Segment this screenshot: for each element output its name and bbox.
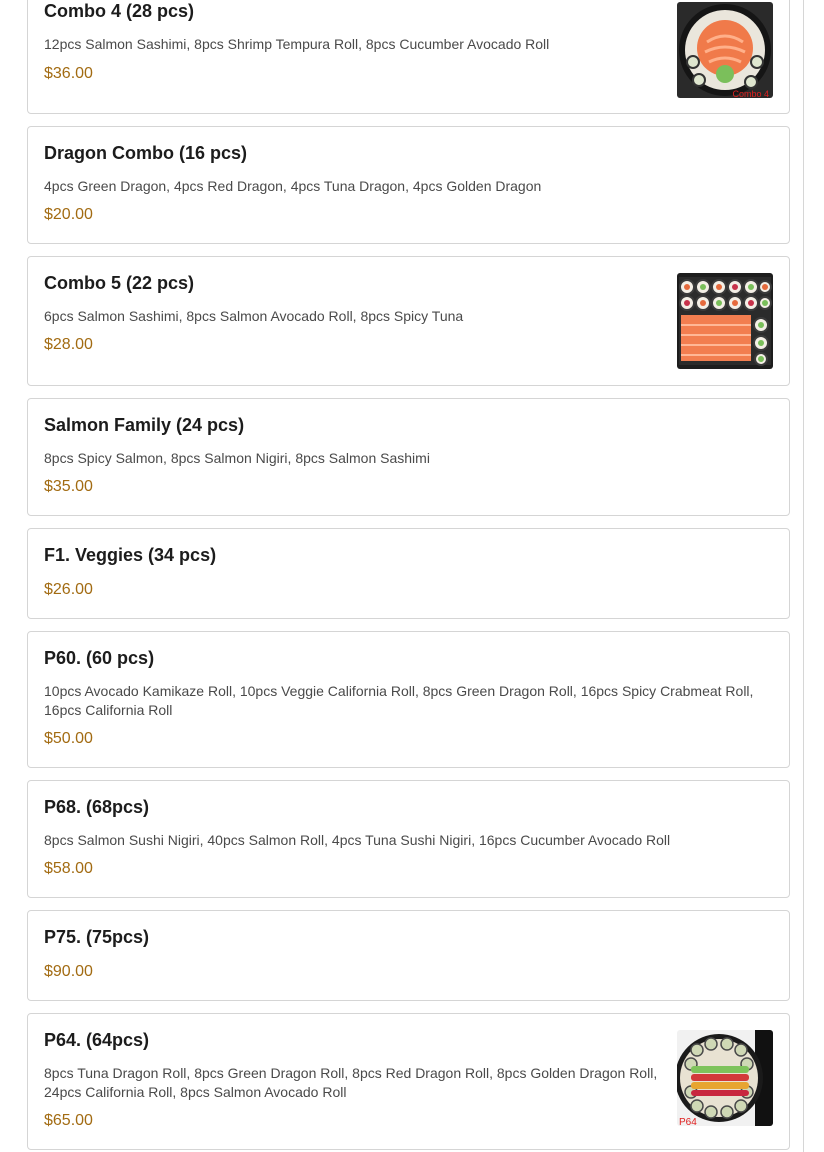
menu-item-card[interactable]: Dragon Combo (16 pcs) 4pcs Green Dragon,… xyxy=(27,126,790,244)
image-caption: P64 xyxy=(679,1117,697,1126)
menu-item-name: P75. (75pcs) xyxy=(44,927,150,947)
menu-item-price: $20.00 xyxy=(44,206,93,223)
menu-item-description: 6pcs Salmon Sashimi, 8pcs Salmon Avocado… xyxy=(44,308,464,324)
menu-item-price: $28.00 xyxy=(44,336,93,353)
menu-item-card[interactable]: Combo 4 (28 pcs) 12pcs Salmon Sashimi, 8… xyxy=(27,0,790,114)
menu-item-card[interactable]: P68. (68pcs) 8pcs Salmon Sushi Nigiri, 4… xyxy=(27,780,790,898)
menu-item-price: $35.00 xyxy=(44,478,93,495)
menu-item-name: Dragon Combo (16 pcs) xyxy=(44,143,248,163)
menu-item-price: $65.00 xyxy=(44,1112,93,1129)
menu-item-price: $90.00 xyxy=(44,963,93,980)
menu-item-card[interactable]: Salmon Family (24 pcs) 8pcs Spicy Salmon… xyxy=(27,398,790,516)
menu-item-card[interactable]: P75. (75pcs) $90.00 xyxy=(27,910,790,1001)
menu-item-card[interactable]: P64. (64pcs) 8pcs Tuna Dragon Roll, 8pcs… xyxy=(27,1013,790,1150)
menu-item-card[interactable]: Combo 5 (22 pcs) 6pcs Salmon Sashimi, 8p… xyxy=(27,256,790,386)
menu-item-description: 4pcs Green Dragon, 4pcs Red Dragon, 4pcs… xyxy=(44,178,542,194)
menu-item-name: P64. (64pcs) xyxy=(44,1030,150,1050)
menu-item-price: $36.00 xyxy=(44,65,93,82)
menu-item-description: 10pcs Avocado Kamikaze Roll, 10pcs Veggi… xyxy=(44,683,754,718)
menu-item-card[interactable]: P60. (60 pcs) 10pcs Avocado Kamikaze Rol… xyxy=(27,631,790,768)
image-caption: Combo 4 xyxy=(732,89,769,98)
menu-item-price: $58.00 xyxy=(44,860,93,877)
menu-item-card[interactable]: F1. Veggies (34 pcs) $26.00 xyxy=(27,528,790,619)
menu-item-name: F1. Veggies (34 pcs) xyxy=(44,545,217,565)
menu-item-image[interactable]: P64 xyxy=(677,1030,773,1126)
menu-item-name: Salmon Family (24 pcs) xyxy=(44,415,245,435)
menu-item-description: 8pcs Tuna Dragon Roll, 8pcs Green Dragon… xyxy=(44,1065,658,1100)
menu-item-name: P68. (68pcs) xyxy=(44,797,150,817)
menu-item-description: 8pcs Spicy Salmon, 8pcs Salmon Nigiri, 8… xyxy=(44,450,430,466)
menu-item-description: 12pcs Salmon Sashimi, 8pcs Shrimp Tempur… xyxy=(44,36,550,52)
menu-item-name: P60. (60 pcs) xyxy=(44,648,155,668)
menu-item-description: 8pcs Salmon Sushi Nigiri, 40pcs Salmon R… xyxy=(44,832,671,848)
scroll-divider xyxy=(803,0,804,1152)
menu-item-image[interactable] xyxy=(677,273,773,369)
menu-item-price: $26.00 xyxy=(44,581,93,598)
menu-item-image[interactable]: Combo 4 xyxy=(677,2,773,98)
menu-item-price: $50.00 xyxy=(44,730,93,747)
menu-item-name: Combo 5 (22 pcs) xyxy=(44,273,195,293)
menu-item-name: Combo 4 (28 pcs) xyxy=(44,1,195,21)
